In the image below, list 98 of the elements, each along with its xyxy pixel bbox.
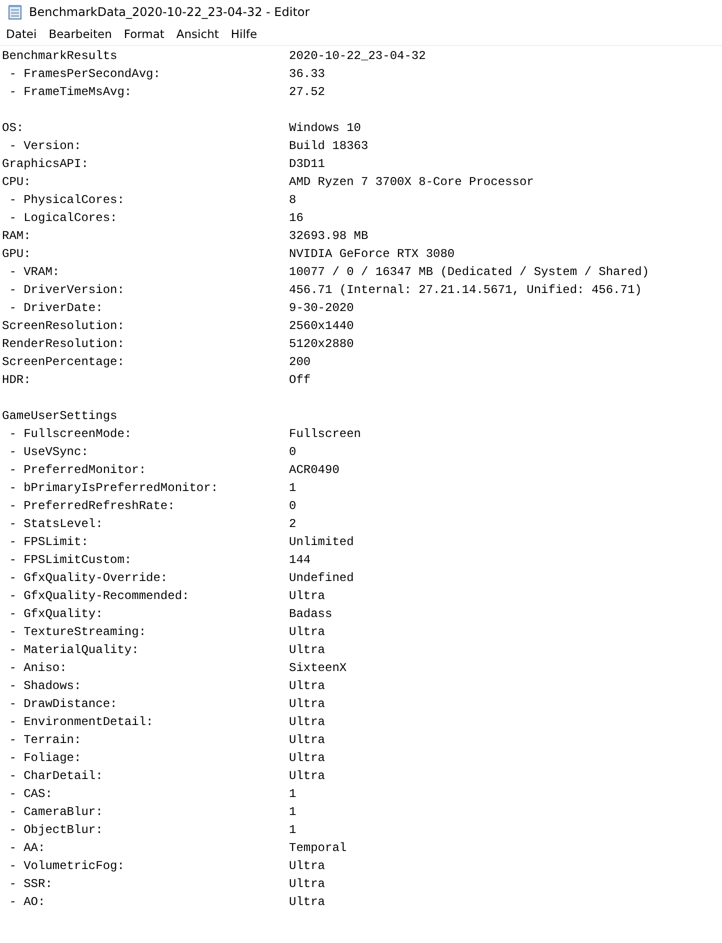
setting-value: SixteenX xyxy=(289,660,347,677)
setting-key: - StatsLevel: xyxy=(2,515,289,533)
setting-value: 1 xyxy=(289,480,296,497)
setting-key: - GfxQuality-Override: xyxy=(2,569,289,587)
setting-key: - CAS: xyxy=(2,785,289,803)
setting-value: 16 xyxy=(289,210,304,227)
setting-key: - MaterialQuality: xyxy=(2,641,289,659)
setting-key: - AO: xyxy=(2,893,289,911)
setting-value: 2020-10-22_23-04-32 xyxy=(289,48,426,65)
setting-value: Build 18363 xyxy=(289,138,368,155)
setting-value: 144 xyxy=(289,552,311,569)
setting-value: 32693.98 MB xyxy=(289,228,368,245)
setting-key: - Aniso: xyxy=(2,659,289,677)
setting-key: - UseVSync: xyxy=(2,443,289,461)
setting-value: Temporal xyxy=(289,840,347,857)
setting-value: D3D11 xyxy=(289,156,326,173)
setting-key: - DriverDate: xyxy=(2,299,289,317)
setting-value: Ultra xyxy=(289,624,326,641)
setting-value: Ultra xyxy=(289,768,326,785)
setting-value: 36.33 xyxy=(289,66,326,83)
notepad-icon xyxy=(7,4,23,20)
setting-key: - Version: xyxy=(2,137,289,155)
setting-key: - LogicalCores: xyxy=(2,209,289,227)
setting-key: - AA: xyxy=(2,839,289,857)
setting-value: AMD Ryzen 7 3700X 8-Core Processor xyxy=(289,174,534,191)
setting-key: - DriverVersion: xyxy=(2,281,289,299)
setting-key: - TextureStreaming: xyxy=(2,623,289,641)
setting-key: - EnvironmentDetail: xyxy=(2,713,289,731)
setting-key: - Shadows: xyxy=(2,677,289,695)
setting-value: Off xyxy=(289,372,311,389)
setting-value: 0 xyxy=(289,444,296,461)
setting-value: Unlimited xyxy=(289,534,354,551)
setting-key: - CharDetail: xyxy=(2,767,289,785)
setting-key: - Terrain: xyxy=(2,731,289,749)
setting-key: - CameraBlur: xyxy=(2,803,289,821)
setting-value: 9-30-2020 xyxy=(289,300,354,317)
setting-value: Fullscreen xyxy=(289,426,362,443)
setting-value: Ultra xyxy=(289,876,326,893)
setting-value: ACR0490 xyxy=(289,462,340,479)
setting-value: 8 xyxy=(289,192,296,209)
menu-item[interactable]: Ansicht xyxy=(174,25,225,43)
setting-value: 10077 / 0 / 16347 MB (Dedicated / System / Shared) xyxy=(289,264,650,281)
setting-key: - PhysicalCores: xyxy=(2,191,289,209)
setting-key: - Foliage: xyxy=(2,749,289,767)
setting-value: Ultra xyxy=(289,750,326,767)
setting-value: 1 xyxy=(289,786,296,803)
setting-value: 200 xyxy=(289,354,311,371)
setting-value: NVIDIA GeForce RTX 3080 xyxy=(289,246,455,263)
setting-value: 456.71 (Internal: 27.21.14.5671, Unified: 456.71) xyxy=(289,282,642,299)
setting-key: RAM: xyxy=(2,227,289,245)
setting-value: Ultra xyxy=(289,642,326,659)
setting-value: Windows 10 xyxy=(289,120,362,137)
setting-key: - SSR: xyxy=(2,875,289,893)
setting-value: 2560x1440 xyxy=(289,318,354,335)
setting-key: - FramesPerSecondAvg: xyxy=(2,65,289,83)
setting-key: ScreenPercentage: xyxy=(2,353,289,371)
setting-value: Ultra xyxy=(289,588,326,605)
setting-key: - VolumetricFog: xyxy=(2,857,289,875)
setting-key: - DrawDistance: xyxy=(2,695,289,713)
setting-key: GraphicsAPI: xyxy=(2,155,289,173)
setting-value: 0 xyxy=(289,498,296,515)
setting-key: - FrameTimeMsAvg: xyxy=(2,83,289,101)
setting-key: GPU: xyxy=(2,245,289,263)
setting-key: BenchmarkResults xyxy=(2,47,289,65)
setting-value: Ultra xyxy=(289,678,326,695)
setting-value: Badass xyxy=(289,606,332,623)
setting-key: - GfxQuality-Recommended: xyxy=(2,587,289,605)
setting-key: - FullscreenMode: xyxy=(2,425,289,443)
setting-key: RenderResolution: xyxy=(2,335,289,353)
setting-value: Ultra xyxy=(289,714,326,731)
menu-item[interactable]: Hilfe xyxy=(228,25,264,43)
menu-item[interactable]: Bearbeiten xyxy=(46,25,118,43)
setting-key: GameUserSettings xyxy=(2,407,289,425)
setting-value: 27.52 xyxy=(289,84,326,101)
setting-key: - VRAM: xyxy=(2,263,289,281)
setting-key: - PreferredRefreshRate: xyxy=(2,497,289,515)
setting-key: - FPSLimit: xyxy=(2,533,289,551)
setting-value: Undefined xyxy=(289,570,354,587)
setting-value: Ultra xyxy=(289,858,326,875)
setting-value: Ultra xyxy=(289,894,326,911)
setting-key: - GfxQuality: xyxy=(2,605,289,623)
setting-key: - ObjectBlur: xyxy=(2,821,289,839)
setting-value: 5120x2880 xyxy=(289,336,354,353)
setting-value: 1 xyxy=(289,804,296,821)
setting-value: Ultra xyxy=(289,732,326,749)
setting-value: 1 xyxy=(289,822,296,839)
setting-key: - bPrimaryIsPreferredMonitor: xyxy=(2,479,289,497)
window-title: BenchmarkData_2020-10-22_23-04-32 - Editor xyxy=(29,4,310,18)
setting-key: - FPSLimitCustom: xyxy=(2,551,289,569)
menu-item[interactable]: Datei xyxy=(4,25,43,43)
setting-key: - PreferredMonitor: xyxy=(2,461,289,479)
menu-item[interactable]: Format xyxy=(122,25,170,43)
setting-key: HDR: xyxy=(2,371,289,389)
setting-value: 2 xyxy=(289,516,296,533)
setting-key: OS: xyxy=(2,119,289,137)
setting-key: CPU: xyxy=(2,173,289,191)
setting-value: Ultra xyxy=(289,696,326,713)
setting-key: ScreenResolution: xyxy=(2,317,289,335)
